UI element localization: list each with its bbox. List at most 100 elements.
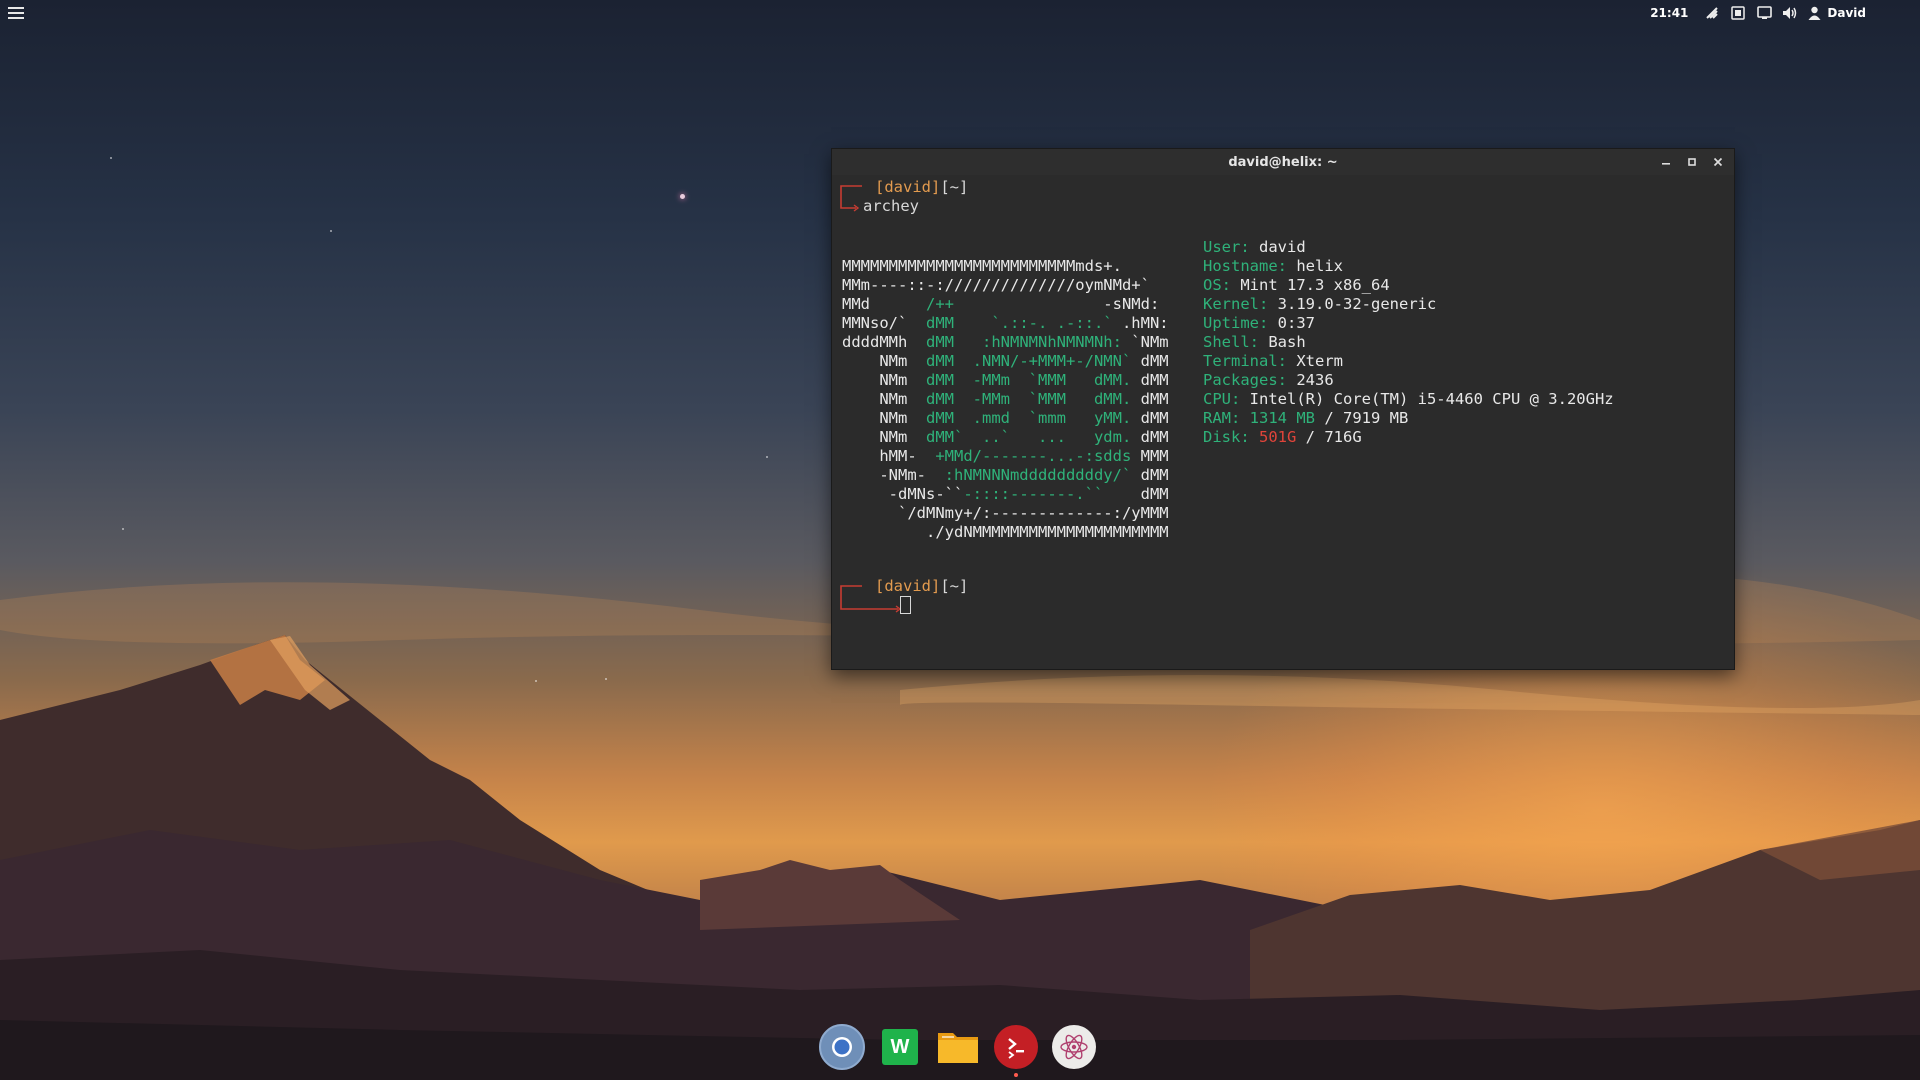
logo-segment: dMM (1103, 485, 1169, 503)
command-text: archey (863, 197, 919, 215)
logo-segment: .hMN: (1112, 314, 1169, 332)
logo-line: NMm dMM .NMN/-+MMM+-/NMN` dMM (842, 352, 1169, 371)
close-button[interactable] (1712, 156, 1724, 168)
info-label: User: (1203, 238, 1250, 256)
logo-segment: MMm----::-://////////////oymNMd+` (842, 276, 1150, 294)
logo-segment: +MMd/-------...-:sdds (935, 447, 1132, 465)
prompt-dir: [~] (940, 577, 969, 595)
logo-segment: dMM .mmd `mmm yMM. (926, 409, 1132, 427)
logo-segment: dMM (1131, 390, 1169, 408)
archey-logo: MMMMMMMMMMMMMMMMMMMMMMMMMmds+. MMm----::-… (842, 257, 1169, 542)
logo-segment: dMM (1131, 352, 1169, 370)
logo-segment: -sNMd: (954, 295, 1160, 313)
dock-item-atom[interactable] (1050, 1023, 1098, 1071)
dock-item-chromium[interactable] (818, 1023, 866, 1071)
clock[interactable]: 21:41 (1650, 6, 1688, 20)
info-label: Shell: (1203, 333, 1259, 351)
display-icon[interactable] (1756, 5, 1772, 21)
info-label: Terminal: (1203, 352, 1287, 370)
logo-segment: dMM `.::-. .-::.` (926, 314, 1113, 332)
user-icon (1808, 6, 1821, 20)
minimize-button[interactable] (1660, 156, 1672, 168)
dock-item-terminal[interactable] (992, 1023, 1040, 1077)
logo-line: NMm dMM` ..` ... ydm. dMM (842, 428, 1169, 447)
logo-segment: dMM (1131, 428, 1169, 446)
dock-item-wps-writer[interactable]: W (876, 1023, 924, 1071)
close-icon (1713, 157, 1723, 167)
maximize-button[interactable] (1686, 156, 1698, 168)
window-titlebar[interactable]: david@helix: ~ (832, 149, 1734, 175)
logo-segment: ./ydNMMMMMMMMMMMMMMMMMMMMM (842, 523, 1169, 541)
info-label: RAM: (1203, 409, 1241, 427)
logo-segment: MMM (1131, 447, 1169, 465)
info-value: Mint 17.3 x86_64 (1240, 276, 1390, 294)
info-value: Intel(R) Core(TM) i5-4460 CPU @ 3.20GHz (1249, 390, 1614, 408)
volume-icon[interactable] (1782, 5, 1798, 21)
terminal-window[interactable]: david@helix: ~ [david][~] archey MMMMMMM… (831, 148, 1735, 670)
info-label: Uptime: (1203, 314, 1269, 332)
info-line: Disk: 501G / 716G (1203, 428, 1614, 447)
logo-segment: dMM :hNMNMNhNMNMNh: (926, 333, 1122, 351)
logo-line: `/dMNmy+/:-------------:/yMMM (842, 504, 1169, 523)
info-label: CPU: (1203, 390, 1241, 408)
logo-segment: NMm (842, 371, 926, 389)
info-used-value: 1314 MB (1249, 409, 1315, 427)
logo-segment: dMM` ..` ... ydm. (926, 428, 1132, 446)
logo-line: hMM- +MMd/-------...-:sdds MMM (842, 447, 1169, 466)
prompt-user: [david] (875, 577, 941, 595)
logo-segment: dMM -MMm `MMM dMM. (926, 390, 1132, 408)
system-tray: 21:41 David (1650, 5, 1912, 21)
info-line: Uptime: 0:37 (1203, 314, 1614, 333)
info-total-value: / 716G (1296, 428, 1362, 446)
logo-segment: dMM (1131, 409, 1169, 427)
user-menu[interactable]: David (1808, 6, 1866, 20)
info-line: Packages: 2436 (1203, 371, 1614, 390)
info-line: Terminal: Xterm (1203, 352, 1614, 371)
info-value: helix (1296, 257, 1344, 275)
logo-line: NMm dMM -MMm `MMM dMM. dMM (842, 390, 1169, 409)
writer-letter: W (890, 1035, 910, 1058)
running-indicator (1014, 1073, 1018, 1077)
terminal-input[interactable] (900, 596, 911, 615)
info-value: david (1259, 238, 1306, 256)
info-label: Hostname: (1203, 257, 1287, 275)
logo-segment: -NMm- (842, 466, 945, 484)
info-line: User: david (1203, 238, 1614, 257)
info-line: Shell: Bash (1203, 333, 1614, 352)
logo-segment: :hNMNNNmdddddddddy/` (944, 466, 1132, 484)
logo-segment: `NMm (1121, 333, 1169, 351)
hamburger-menu-icon[interactable] (8, 6, 24, 20)
logo-segment: NMm (842, 390, 926, 408)
info-line: CPU: Intel(R) Core(TM) i5-4460 CPU @ 3.2… (1203, 390, 1614, 409)
text-cursor (900, 596, 911, 614)
logo-segment: ddddMMh (842, 333, 926, 351)
terminal-output[interactable]: [david][~] archey MMMMMMMMMMMMMMMMMMMMMM… (832, 175, 1734, 614)
logo-segment: MMNso/` (842, 314, 926, 332)
logo-segment: -::::-------.`` (963, 485, 1104, 503)
chromium-icon (819, 1024, 865, 1070)
logo-line: ddddMMh dMM :hNMNMNhNMNMNh: `NMm (842, 333, 1169, 352)
prompt-line: [david][~] (875, 577, 968, 596)
info-label: Disk: (1203, 428, 1250, 446)
terminal-icon (994, 1025, 1038, 1069)
prompt-user: [david] (875, 178, 941, 196)
logo-segment: NMm (842, 428, 926, 446)
info-value: Xterm (1296, 352, 1344, 370)
prompt-line: [david][~] (875, 178, 968, 197)
info-label: Kernel: (1203, 295, 1269, 313)
logo-segment: hMM- (842, 447, 936, 465)
logo-line: MMm----::-://////////////oymNMd+` (842, 276, 1169, 295)
atom-editor-icon (1052, 1025, 1096, 1069)
system-info: User: david Hostname: helix OS: Mint 17.3 … (1203, 238, 1614, 447)
logo-segment: NMm (842, 409, 926, 427)
maximize-icon (1688, 158, 1696, 166)
info-value: 0:37 (1277, 314, 1315, 332)
logo-line: MMMMMMMMMMMMMMMMMMMMMMMMMmds+. (842, 257, 1169, 276)
keyboard-icon[interactable] (1730, 5, 1746, 21)
dock-item-file-manager[interactable] (934, 1023, 982, 1071)
file-manager-icon (938, 1033, 978, 1063)
logo-segment: dMM (1131, 371, 1169, 389)
network-icon[interactable] (1704, 5, 1720, 21)
logo-segment: dMM .NMN/-+MMM+-/NMN` (926, 352, 1132, 370)
info-label: Packages: (1203, 371, 1287, 389)
